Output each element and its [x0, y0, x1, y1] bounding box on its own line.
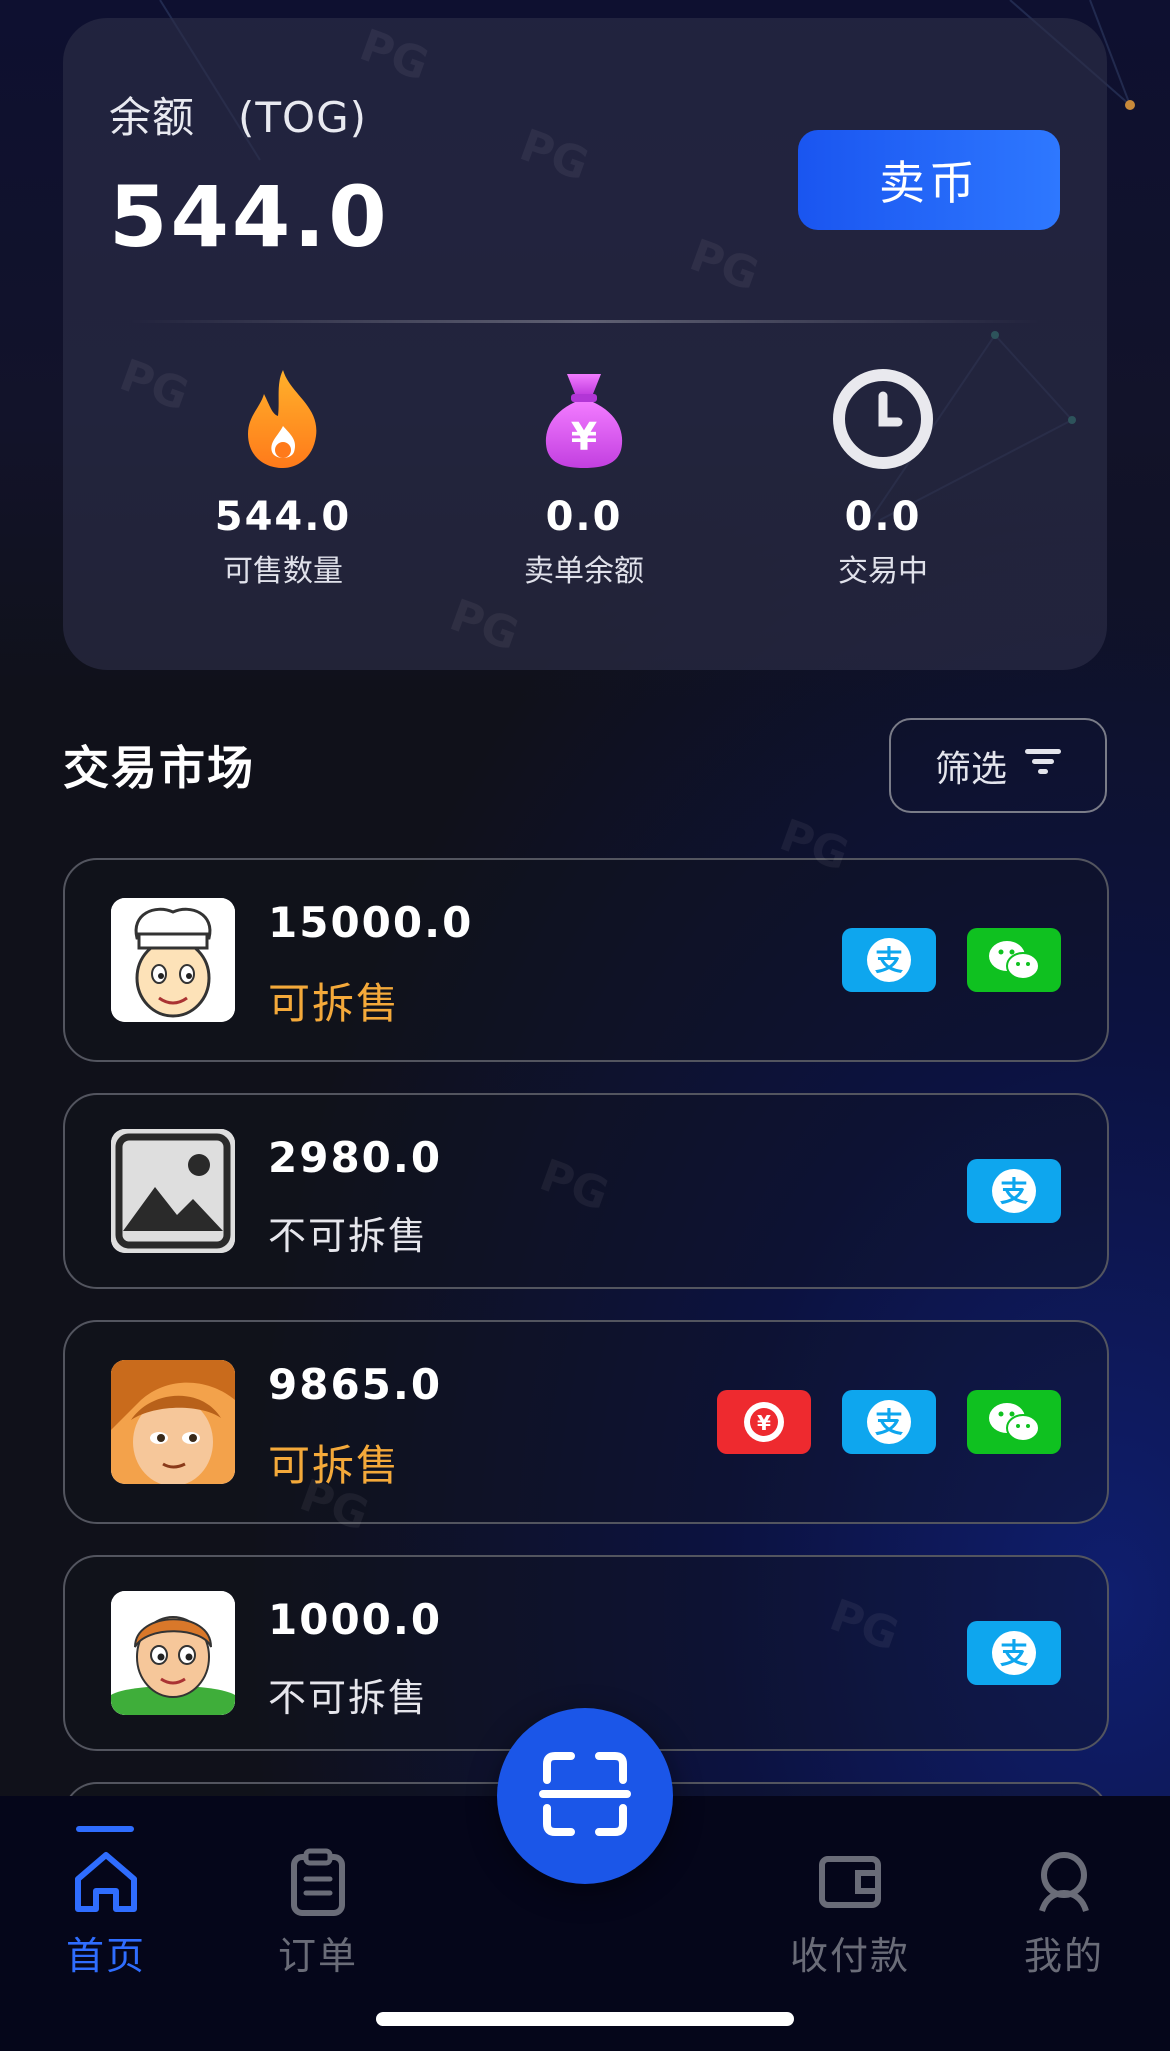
split-status: 可拆售: [268, 1441, 401, 1490]
avatar: [111, 1360, 235, 1484]
split-status: 不可拆售: [268, 1214, 429, 1258]
tab-home-label: 首页: [65, 1934, 146, 1978]
tab-home[interactable]: 首页: [26, 1845, 186, 1980]
avatar: [111, 898, 235, 1022]
divider: [129, 320, 1041, 323]
avatar: [111, 1591, 235, 1715]
tab-payments[interactable]: 收付款: [770, 1845, 930, 1980]
image-placeholder-icon: [111, 1129, 235, 1253]
stat-value: 0.0: [844, 494, 922, 540]
svg-text:¥: ¥: [571, 415, 597, 459]
balance-card: 余额 (TOG) 544.0 卖币 544.0 可售数量 ¥ 0.0 卖单余额 …: [63, 18, 1107, 670]
split-status: 不可拆售: [268, 1676, 429, 1720]
alipay-icon: 支: [842, 928, 936, 992]
list-item[interactable]: 15000.0 可拆售 支: [63, 858, 1109, 1062]
active-tab-indicator: [76, 1826, 134, 1832]
fire-icon: [228, 364, 338, 474]
svg-text:¥: ¥: [757, 1411, 771, 1435]
svg-text:支: 支: [1000, 1637, 1028, 1670]
tab-orders-label: 订单: [277, 1934, 358, 1978]
unionpay-icon: ¥: [717, 1390, 811, 1454]
balance-label: 余额 (TOG): [109, 93, 368, 142]
tab-orders[interactable]: 订单: [238, 1845, 398, 1980]
market-title: 交易市场: [63, 741, 255, 795]
wechat-pay-icon: [967, 1390, 1061, 1454]
stat-value: 0.0: [545, 494, 623, 540]
wechat-pay-icon: [967, 928, 1061, 992]
amount: 15000.0: [268, 898, 474, 947]
clipboard-icon: [282, 1845, 354, 1917]
stat-sellable: 544.0 可售数量: [123, 364, 443, 590]
alipay-icon: 支: [842, 1390, 936, 1454]
filter-button[interactable]: 筛选: [889, 718, 1107, 813]
alipay-icon: 支: [967, 1159, 1061, 1223]
stat-label: 交易中: [838, 554, 928, 589]
money-bag-icon: ¥: [529, 364, 639, 474]
home-icon: [70, 1845, 142, 1917]
clock-icon: [828, 364, 938, 474]
stat-sell-balance: ¥ 0.0 卖单余额: [424, 364, 744, 590]
sell-coin-button[interactable]: 卖币: [798, 130, 1060, 230]
amount: 2980.0: [268, 1133, 443, 1182]
tab-payments-label: 收付款: [789, 1934, 910, 1978]
amount: 9865.0: [268, 1360, 443, 1409]
stat-label: 可售数量: [223, 554, 343, 589]
svg-text:支: 支: [875, 1406, 903, 1439]
split-status: 可拆售: [268, 979, 401, 1028]
tab-mine-label: 我的: [1023, 1934, 1104, 1978]
wallet-icon: [814, 1845, 886, 1917]
filter-icon: [1025, 745, 1061, 786]
stat-value: 544.0: [214, 494, 352, 540]
user-icon: [1028, 1845, 1100, 1917]
stat-trading: 0.0 交易中: [723, 364, 1043, 590]
svg-text:支: 支: [875, 944, 903, 977]
scan-button[interactable]: [497, 1708, 673, 1884]
home-indicator: [376, 2012, 794, 2026]
filter-label: 筛选: [934, 748, 1007, 790]
stat-label: 卖单余额: [524, 554, 644, 589]
svg-text:支: 支: [1000, 1175, 1028, 1208]
list-item[interactable]: 9865.0 可拆售 ¥ 支: [63, 1320, 1109, 1524]
amount: 1000.0: [268, 1595, 443, 1644]
balance-value: 544.0: [109, 168, 390, 266]
alipay-icon: 支: [967, 1621, 1061, 1685]
scan-icon: [537, 1746, 633, 1846]
list-item[interactable]: 2980.0 不可拆售 支: [63, 1093, 1109, 1289]
tab-mine[interactable]: 我的: [984, 1845, 1144, 1980]
